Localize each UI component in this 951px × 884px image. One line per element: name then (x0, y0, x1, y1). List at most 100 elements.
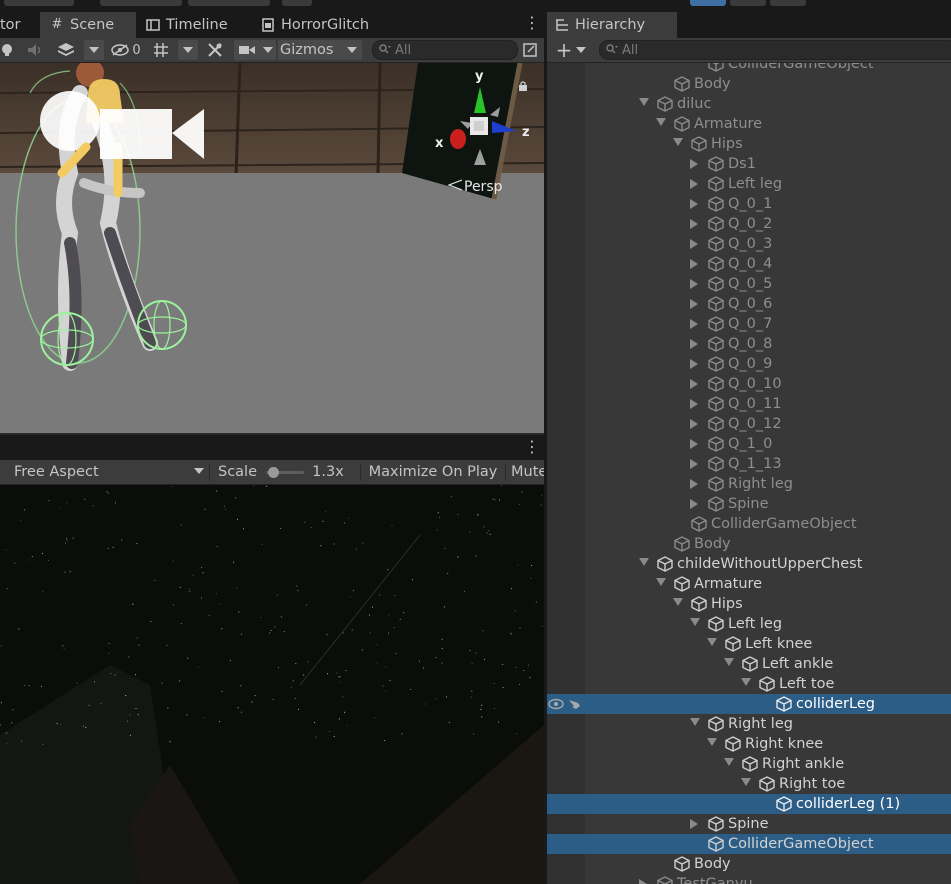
create-button[interactable]: + (553, 40, 589, 60)
expand-arrow-down-icon[interactable] (673, 598, 683, 606)
scale-slider[interactable] (266, 467, 304, 478)
hierarchy-row[interactable]: colliderLeg (547, 694, 951, 714)
hierarchy-row[interactable]: Q_1_13 (547, 454, 951, 474)
tools-icon[interactable] (204, 40, 226, 60)
expand-arrow-right-icon[interactable] (690, 279, 698, 289)
expand-arrow-right-icon[interactable] (690, 499, 698, 509)
expand-arrow-right-icon[interactable] (690, 319, 698, 329)
hierarchy-row[interactable]: Q_0_1 (547, 194, 951, 214)
expand-arrow-down-icon[interactable] (741, 778, 751, 786)
hierarchy-row[interactable]: ColliderGameObject (547, 514, 951, 534)
more-options-icon[interactable]: ⋮ (524, 15, 540, 31)
hierarchy-row[interactable]: Q_0_10 (547, 374, 951, 394)
expand-arrow-right-icon[interactable] (639, 879, 647, 884)
hierarchy-row[interactable]: childeWithoutUpperChest (547, 554, 951, 574)
aspect-dropdown[interactable]: Free Aspect (0, 462, 208, 482)
expand-arrow-down-icon[interactable] (707, 738, 717, 746)
effects-dropdown-icon[interactable] (84, 40, 104, 60)
hierarchy-row[interactable]: Q_0_6 (547, 294, 951, 314)
hierarchy-row[interactable]: Right toe (547, 774, 951, 794)
hierarchy-row[interactable]: diluc (547, 94, 951, 114)
tab-scene[interactable]: # Scene (40, 12, 136, 38)
hierarchy-row[interactable]: Spine (547, 814, 951, 834)
expand-arrow-down-icon[interactable] (707, 638, 717, 646)
hierarchy-row[interactable]: Q_0_5 (547, 274, 951, 294)
expand-arrow-right-icon[interactable] (690, 179, 698, 189)
hierarchy-row[interactable]: Q_0_9 (547, 354, 951, 374)
expand-arrow-right-icon[interactable] (690, 159, 698, 169)
camera-dropdown-icon[interactable] (260, 40, 276, 60)
expand-arrow-down-icon[interactable] (639, 558, 649, 566)
hierarchy-row[interactable]: TestGanyu (547, 874, 951, 884)
mute-audio-toggle[interactable]: Mute (508, 462, 544, 482)
toolbar-button[interactable] (4, 0, 74, 6)
projection-toggle[interactable]: Persp (447, 179, 503, 195)
hierarchy-row[interactable]: Hips (547, 594, 951, 614)
hierarchy-row[interactable]: Left toe (547, 674, 951, 694)
hierarchy-row[interactable]: Right leg (547, 714, 951, 734)
hierarchy-row[interactable]: Right leg (547, 474, 951, 494)
expand-arrow-right-icon[interactable] (690, 419, 698, 429)
maximize-on-play-toggle[interactable]: Maximize On Play (362, 462, 504, 482)
hierarchy-row[interactable]: Spine (547, 494, 951, 514)
hierarchy-row[interactable]: Armature (547, 574, 951, 594)
tab-horrorglitch[interactable]: HorrorGlitch (261, 12, 381, 38)
gizmos-dropdown-icon[interactable] (342, 40, 362, 60)
hierarchy-row[interactable]: Armature (547, 114, 951, 134)
hierarchy-row[interactable]: Body (547, 854, 951, 874)
expand-arrow-down-icon[interactable] (656, 578, 666, 586)
tab-timeline[interactable]: Timeline (146, 12, 256, 38)
expand-arrow-down-icon[interactable] (741, 678, 751, 686)
step-button[interactable] (770, 0, 806, 6)
hierarchy-row[interactable]: Q_0_12 (547, 414, 951, 434)
scene-viewport[interactable]: y x z Persp (0, 63, 544, 433)
hierarchy-more-options-icon[interactable]: ⋮ (945, 15, 951, 31)
expand-arrow-down-icon[interactable] (673, 138, 683, 146)
hierarchy-row[interactable]: Right knee (547, 734, 951, 754)
visibility-pickability-icons[interactable] (547, 696, 583, 712)
expand-arrow-right-icon[interactable] (690, 239, 698, 249)
expand-arrow-right-icon[interactable] (690, 439, 698, 449)
toolbar-button[interactable] (282, 0, 312, 6)
hierarchy-row[interactable]: Left leg (547, 174, 951, 194)
hierarchy-row[interactable]: Q_0_2 (547, 214, 951, 234)
effects-toggle-icon[interactable] (54, 40, 78, 60)
hierarchy-row[interactable]: Q_0_4 (547, 254, 951, 274)
hierarchy-row[interactable]: Q_0_7 (547, 314, 951, 334)
scene-search-input[interactable]: All (372, 40, 518, 60)
expand-arrow-right-icon[interactable] (690, 819, 698, 829)
expand-arrow-down-icon[interactable] (639, 98, 649, 106)
play-button[interactable] (690, 0, 726, 6)
hierarchy-row[interactable]: Body (547, 534, 951, 554)
hierarchy-row[interactable]: Left knee (547, 634, 951, 654)
hierarchy-row[interactable]: Hips (547, 134, 951, 154)
hierarchy-search-input[interactable]: All (599, 40, 951, 60)
game-viewport[interactable] (0, 485, 544, 884)
expand-arrow-right-icon[interactable] (690, 399, 698, 409)
hierarchy-row[interactable]: ColliderGameObject (547, 834, 951, 854)
expand-arrow-right-icon[interactable] (690, 259, 698, 269)
expand-arrow-right-icon[interactable] (690, 199, 698, 209)
expand-arrow-right-icon[interactable] (690, 339, 698, 349)
expand-arrow-right-icon[interactable] (690, 219, 698, 229)
tab-hierarchy[interactable]: Hierarchy (547, 12, 677, 38)
hierarchy-row[interactable]: Q_0_8 (547, 334, 951, 354)
hierarchy-row[interactable]: colliderLeg (1) (547, 794, 951, 814)
hidden-objects-toggle[interactable]: 0 (108, 40, 144, 60)
expand-arrow-down-icon[interactable] (656, 118, 666, 126)
lock-icon[interactable] (518, 79, 528, 91)
expand-arrow-right-icon[interactable] (690, 359, 698, 369)
expand-arrow-down-icon[interactable] (724, 658, 734, 666)
camera-icon[interactable] (234, 40, 260, 60)
grid-snap-icon[interactable] (150, 40, 172, 60)
hierarchy-row[interactable]: Q_0_3 (547, 234, 951, 254)
game-more-options-icon[interactable]: ⋮ (524, 439, 540, 455)
expand-arrow-right-icon[interactable] (690, 459, 698, 469)
lighting-toggle-icon[interactable] (0, 40, 16, 60)
scale-slider-thumb[interactable] (268, 467, 280, 478)
toolbar-button[interactable] (100, 0, 182, 6)
hierarchy-row[interactable]: Q_1_0 (547, 434, 951, 454)
expand-arrow-down-icon[interactable] (690, 718, 700, 726)
hierarchy-panel[interactable]: ColliderGameObject Body diluc Armature Hips D… (547, 63, 951, 884)
expand-arrow-right-icon[interactable] (690, 479, 698, 489)
